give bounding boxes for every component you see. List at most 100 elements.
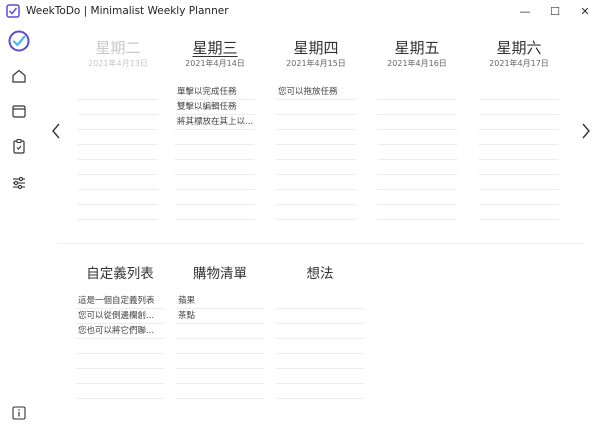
task-slot[interactable] (276, 145, 356, 160)
task-slot[interactable] (479, 175, 559, 190)
window-title: WeekToDo | Minimalist Weekly Planner (26, 5, 229, 17)
task-slot[interactable] (479, 145, 559, 160)
task-slot[interactable] (175, 175, 255, 190)
task-slot[interactable] (78, 85, 158, 100)
list-items: 這是一個自定義列表 您可以從側邊欄創... 您也可以將它們聯... (76, 294, 164, 399)
list-item[interactable]: 這是一個自定義列表 (76, 294, 164, 309)
task-slot[interactable] (78, 115, 158, 130)
list-slot[interactable] (276, 309, 364, 324)
list-title[interactable]: 自定義列表 (76, 265, 164, 283)
task-slot[interactable] (479, 130, 559, 145)
list-item[interactable]: 茶點 (176, 309, 264, 324)
task-slot[interactable] (78, 205, 158, 220)
maximize-button[interactable]: ☐ (540, 0, 570, 22)
day-name: 星期六 (496, 39, 542, 57)
task-slot[interactable] (479, 100, 559, 115)
task-slot[interactable] (175, 130, 255, 145)
task-slot[interactable] (276, 130, 356, 145)
list-slot[interactable] (276, 324, 364, 339)
task-slot[interactable] (377, 100, 457, 115)
list-slot[interactable] (276, 354, 364, 369)
day-date: 2021年4月13日 (88, 59, 148, 68)
task-slot[interactable] (78, 130, 158, 145)
task-item[interactable]: 雙擊以編輯任務 (175, 100, 255, 115)
task-slot[interactable] (479, 160, 559, 175)
day-column-friday: 星期五 2021年4月16日 (377, 38, 457, 220)
task-slot[interactable] (78, 145, 158, 160)
task-slot[interactable] (175, 145, 255, 160)
task-slot[interactable] (276, 190, 356, 205)
task-slot[interactable] (377, 190, 457, 205)
task-list: 單擊以完成任務 雙擊以編輯任務 將其標放在其上以... (175, 85, 255, 220)
task-slot[interactable] (377, 205, 457, 220)
sidebar (0, 22, 38, 432)
task-slot[interactable] (479, 190, 559, 205)
ideas-list-column: 想法 (276, 265, 364, 399)
calendar-button[interactable] (9, 101, 29, 121)
app-logo-icon (6, 4, 20, 18)
list-slot[interactable] (76, 369, 164, 384)
custom-list-column: 自定義列表 這是一個自定義列表 您可以從側邊欄創... 您也可以將它們聯... (76, 265, 164, 399)
list-slot[interactable] (76, 354, 164, 369)
task-slot[interactable] (377, 175, 457, 190)
day-date: 2021年4月17日 (489, 59, 549, 68)
list-item[interactable]: 您可以從側邊欄創... (76, 309, 164, 324)
task-slot[interactable] (175, 205, 255, 220)
list-title[interactable]: 想法 (276, 265, 364, 283)
window-controls: — ☐ ✕ (510, 0, 600, 22)
shopping-list-column: 購物清單 蘋果 茶點 (176, 265, 264, 399)
task-slot[interactable] (377, 145, 457, 160)
list-slot[interactable] (276, 384, 364, 399)
minimize-button[interactable]: — (510, 0, 540, 22)
task-slot[interactable] (276, 115, 356, 130)
task-slot[interactable] (479, 85, 559, 100)
task-slot[interactable] (276, 175, 356, 190)
list-slot[interactable] (276, 294, 364, 309)
list-slot[interactable] (276, 369, 364, 384)
task-item[interactable]: 您可以拖放任務 (276, 85, 356, 100)
task-slot[interactable] (479, 115, 559, 130)
list-slot[interactable] (176, 339, 264, 354)
list-slot[interactable] (276, 339, 364, 354)
list-item[interactable]: 蘋果 (176, 294, 264, 309)
list-slot[interactable] (176, 369, 264, 384)
list-item[interactable]: 您也可以將它們聯... (76, 324, 164, 339)
list-slot[interactable] (76, 384, 164, 399)
close-button[interactable]: ✕ (570, 0, 600, 22)
clipboard-button[interactable] (9, 136, 29, 156)
sliders-icon (13, 176, 25, 190)
home-icon (12, 69, 26, 83)
task-slot[interactable] (78, 100, 158, 115)
task-slot[interactable] (377, 85, 457, 100)
list-slot[interactable] (76, 339, 164, 354)
task-slot[interactable] (276, 205, 356, 220)
settings-button[interactable] (9, 173, 29, 193)
home-button[interactable] (9, 66, 29, 86)
task-slot[interactable] (78, 190, 158, 205)
list-slot[interactable] (176, 324, 264, 339)
task-slot[interactable] (175, 160, 255, 175)
chevron-right-icon (582, 123, 590, 139)
previous-day-button[interactable] (48, 118, 64, 144)
info-button[interactable] (9, 403, 29, 423)
task-slot[interactable] (276, 100, 356, 115)
task-item[interactable]: 將其標放在其上以... (175, 115, 255, 130)
day-date: 2021年4月15日 (286, 59, 346, 68)
task-slot[interactable] (377, 160, 457, 175)
next-day-button[interactable] (578, 118, 594, 144)
task-slot[interactable] (276, 160, 356, 175)
day-column-wednesday: 星期三 2021年4月14日 單擊以完成任務 雙擊以編輯任務 將其標放在其上以.… (175, 38, 255, 220)
task-item[interactable]: 單擊以完成任務 (175, 85, 255, 100)
task-slot[interactable] (377, 115, 457, 130)
task-slot[interactable] (78, 160, 158, 175)
task-slot[interactable] (479, 205, 559, 220)
task-slot[interactable] (175, 190, 255, 205)
list-slot[interactable] (176, 354, 264, 369)
task-slot[interactable] (377, 130, 457, 145)
clipboard-icon (13, 138, 25, 154)
list-title[interactable]: 購物清單 (176, 265, 264, 283)
task-list: 您可以拖放任務 (276, 85, 356, 220)
list-slot[interactable] (176, 384, 264, 399)
weektodo-logo-icon[interactable] (8, 30, 30, 52)
task-slot[interactable] (78, 175, 158, 190)
